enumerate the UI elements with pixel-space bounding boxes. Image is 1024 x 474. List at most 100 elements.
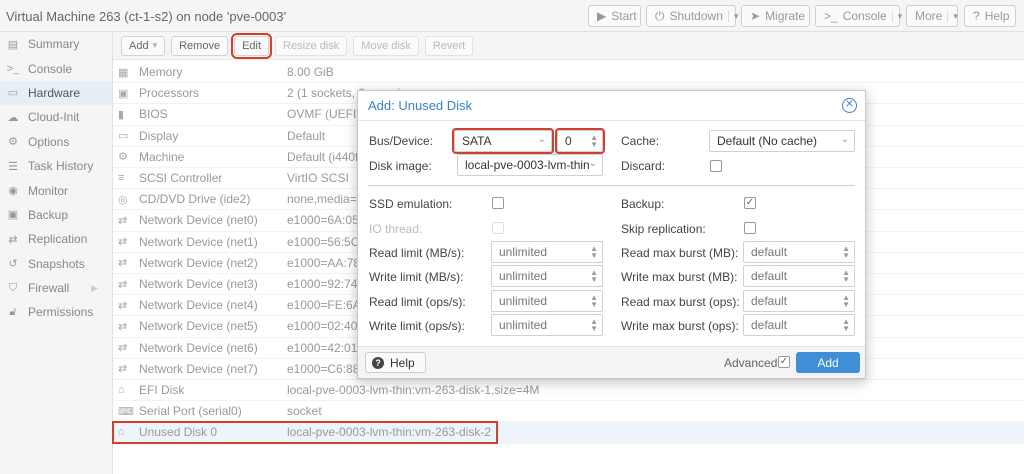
write-burst-ops-label: Write max burst (ops): [621, 319, 739, 333]
chevron-right-icon: ▶ [91, 282, 98, 293]
gear-icon: ⚙ [8, 136, 18, 149]
sidebar-item-label: Firewall [28, 281, 70, 296]
row-label: EFI Disk [139, 383, 185, 398]
backup-checkbox[interactable]: ✓ [744, 197, 756, 209]
console-button[interactable]: >_ Console ▾ [815, 5, 902, 27]
dialog-help-button[interactable]: ? Help [365, 352, 426, 373]
hdd-icon: ⌂ [118, 384, 125, 397]
read-limit-mb-label: Read limit (MB/s): [369, 246, 465, 260]
start-label: Start [611, 9, 637, 23]
history-icon: ↺ [8, 258, 18, 271]
advanced-checkbox[interactable]: ✓ [778, 356, 790, 368]
dialog-footer: ? Help Advanced ✓ Add [358, 346, 865, 378]
disk-image-select[interactable]: local-pve-0003-lvm-thin ⌄ [457, 154, 603, 176]
chevron-down-icon: ⌄ [588, 158, 597, 169]
input-placeholder: default [751, 318, 788, 332]
table-row[interactable]: ⌂ EFI Disk local-pve-0003-lvm-thin:vm-263-… [113, 380, 1024, 402]
chevron-down-icon: ▾ [947, 10, 958, 22]
cache-select[interactable]: Default (No cache) ⌄ [709, 130, 855, 152]
row-label: Network Device (net1) [139, 234, 258, 249]
disk-image-label: Disk image: [369, 159, 432, 173]
help-button[interactable]: ? Help [964, 5, 1016, 27]
row-label: Network Device (net2) [139, 255, 258, 270]
sidebar-item-permissions[interactable]: 🔓︎ Permissions [0, 300, 112, 324]
skip-replication-checkbox[interactable] [744, 222, 756, 234]
write-burst-mb-input[interactable]: default ▲ ▼ [743, 265, 855, 287]
row-label: Memory [139, 65, 183, 80]
sidebar-item-monitor[interactable]: ◉ Monitor [0, 178, 112, 202]
remove-button[interactable]: Remove [171, 35, 229, 56]
add-confirm-button[interactable]: Add [796, 352, 860, 373]
more-label: More [915, 9, 943, 23]
chevron-down-icon: ▾ [727, 10, 738, 22]
more-button[interactable]: More ▾ [906, 5, 958, 27]
sidebar-item-options[interactable]: ⚙ Options [0, 130, 112, 154]
input-placeholder: default [751, 245, 788, 259]
floppy-icon: ▣ [7, 209, 19, 222]
read-burst-ops-input[interactable]: default ▲ ▼ [743, 290, 855, 312]
add-button[interactable]: Add ▾ [121, 35, 166, 56]
question-icon: ? [372, 356, 384, 369]
read-limit-ops-input[interactable]: unlimited ▲ ▼ [491, 290, 603, 312]
sidebar-item-cloud-init[interactable]: ☁ Cloud-Init [0, 105, 112, 129]
row-label: CD/DVD Drive (ide2) [139, 192, 251, 207]
chip-icon: ▮ [118, 108, 125, 121]
revert-button[interactable]: Revert [424, 35, 474, 56]
bus-select[interactable]: SATA ⌄ [452, 128, 554, 154]
write-burst-mb-label: Write max burst (MB): [621, 270, 738, 284]
table-row[interactable]: ⌨ Serial Port (serial0) socket [113, 401, 1024, 423]
title-bar: Virtual Machine 263 (ct-1-s2) on node 'p… [0, 0, 1024, 32]
sidebar-item-hardware[interactable]: ▭ Hardware [0, 80, 112, 106]
migrate-button[interactable]: ➤ Migrate [741, 5, 810, 27]
write-limit-ops-label: Write limit (ops/s): [369, 319, 465, 333]
device-number-spinner[interactable]: 0 ▲ ▼ [555, 128, 605, 154]
row-label: Network Device (net0) [139, 213, 258, 228]
chevron-down-icon: ▾ [152, 40, 158, 50]
exchange-icon: ⇄ [118, 278, 128, 291]
row-label: Display [139, 128, 179, 143]
sidebar-item-label: Hardware [28, 85, 81, 100]
write-limit-mb-input[interactable]: unlimited ▲ ▼ [491, 265, 603, 287]
advanced-label: Advanced [724, 356, 778, 370]
resize-disk-button[interactable]: Resize disk [275, 35, 348, 56]
cache-label: Cache: [621, 134, 660, 148]
row-label: Network Device (net6) [139, 340, 258, 355]
ssd-emulation-checkbox[interactable] [492, 197, 504, 209]
write-burst-ops-input[interactable]: default ▲ ▼ [743, 314, 855, 336]
shutdown-button[interactable]: ⏻ Shutdown ▾ [646, 5, 738, 27]
sidebar-item-summary[interactable]: ▤ Summary [0, 32, 112, 56]
sidebar-item-task-history[interactable]: ☰ Task History [0, 154, 112, 178]
start-button[interactable]: ▶ Start [588, 5, 641, 27]
sidebar-item-snapshots[interactable]: ↺ Snapshots [0, 252, 112, 276]
read-burst-mb-input[interactable]: default ▲ ▼ [743, 241, 855, 263]
table-row[interactable]: ▦ Memory 8.00 GiB [113, 62, 1024, 84]
row-label: BIOS [139, 107, 168, 122]
skip-replication-label: Skip replication: [621, 222, 706, 236]
exchange-icon: ⇄ [118, 214, 128, 227]
io-thread-label: IO thread: [369, 222, 423, 236]
discard-label: Discard: [621, 159, 666, 173]
keyboard-icon: ⌨ [118, 405, 134, 418]
bus-device-label: Bus/Device: [369, 134, 434, 148]
cpu-icon: ▣ [118, 87, 129, 100]
eye-icon: ◉ [8, 185, 18, 198]
sidebar-item-console[interactable]: >_ Console [0, 56, 112, 80]
discard-checkbox[interactable] [710, 160, 722, 172]
read-limit-mb-input[interactable]: unlimited ▲ ▼ [491, 241, 603, 263]
sidebar-item-backup[interactable]: ▣ Backup [0, 203, 112, 227]
spinner-icon: ▲ ▼ [590, 268, 598, 284]
sidebar-item-firewall[interactable]: ⛉ Firewall ▶ [0, 276, 112, 300]
sidebar-item-replication[interactable]: ⇄ Replication [0, 227, 112, 251]
io-thread-checkbox[interactable] [492, 222, 504, 234]
dialog-separator [368, 185, 855, 186]
write-limit-ops-input[interactable]: unlimited ▲ ▼ [491, 314, 603, 336]
input-placeholder: unlimited [499, 318, 548, 332]
close-icon[interactable]: ✕ [842, 98, 857, 113]
terminal-icon: >_ [6, 62, 20, 75]
sidebar-item-label: Console [28, 61, 73, 76]
edit-button[interactable]: Edit [231, 32, 273, 59]
move-disk-button[interactable]: Move disk [353, 35, 419, 56]
row-label: Network Device (net3) [139, 277, 258, 292]
add-label: Add [817, 355, 839, 370]
spinner-icon: ▲ ▼ [842, 293, 850, 309]
